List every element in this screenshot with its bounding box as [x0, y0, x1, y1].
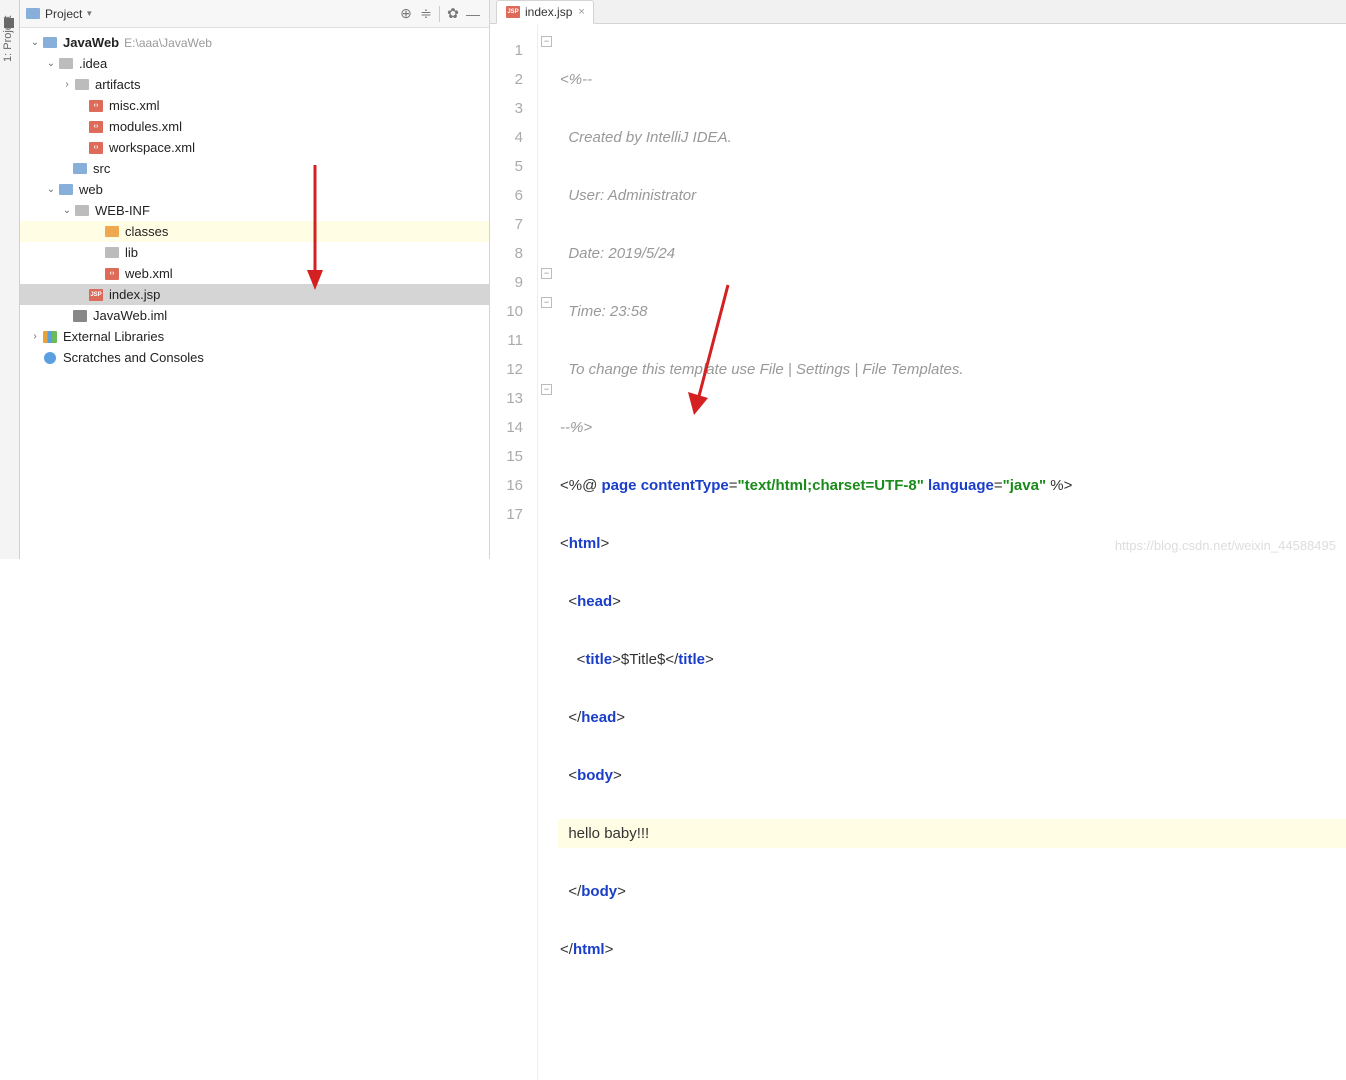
tree-node-artifacts[interactable]: › artifacts [20, 74, 489, 95]
xml-icon: ‹› [89, 121, 103, 133]
jsp-icon: JSP [506, 6, 520, 18]
xml-icon: ‹› [89, 100, 103, 112]
separator [439, 6, 440, 22]
expand-icon[interactable]: ≑ [416, 4, 436, 24]
xml-icon: ‹› [89, 142, 103, 154]
editor-tabs: JSP index.jsp × [490, 0, 1346, 24]
tree-node-webxml[interactable]: · ‹› web.xml [20, 263, 489, 284]
jsp-icon: JSP [89, 289, 103, 301]
tree-node-workspace[interactable]: · ‹› workspace.xml [20, 137, 489, 158]
node-label: External Libraries [63, 329, 164, 344]
node-path: E:\aaa\JavaWeb [124, 36, 212, 50]
node-label: web [79, 182, 103, 197]
node-label: workspace.xml [109, 140, 195, 155]
tree-node-lib[interactable]: · lib [20, 242, 489, 263]
node-label: misc.xml [109, 98, 160, 113]
node-label: modules.xml [109, 119, 182, 134]
module-icon [43, 37, 57, 48]
tree-node-src[interactable]: · src [20, 158, 489, 179]
node-label: web.xml [125, 266, 173, 281]
iml-icon [73, 310, 87, 322]
gear-icon[interactable]: ✿ [443, 4, 463, 24]
fold-icon[interactable]: − [541, 297, 552, 308]
chevron-right-icon[interactable]: › [60, 79, 74, 90]
chevron-down-icon[interactable]: ⌄ [60, 205, 74, 216]
tab-label: index.jsp [525, 5, 572, 19]
web-folder-icon [59, 184, 73, 195]
line-gutter: 123 456 789 101112 131415 1617 [490, 24, 538, 1080]
library-icon [43, 331, 57, 343]
chevron-down-icon[interactable]: ⌄ [28, 37, 42, 48]
tree-node-root[interactable]: ⌄ JavaWeb E:\aaa\JavaWeb [20, 32, 489, 53]
project-panel-header: Project ▼ ⊕ ≑ ✿ — [20, 0, 489, 28]
folder-icon [105, 247, 119, 258]
node-label: lib [125, 245, 138, 260]
fold-icon[interactable]: − [541, 36, 552, 47]
panel-title: Project [45, 7, 82, 21]
sidebar-label: 1: Project [2, 16, 14, 62]
node-label: artifacts [95, 77, 141, 92]
tree-node-webinf[interactable]: ⌄ WEB-INF [20, 200, 489, 221]
locate-icon[interactable]: ⊕ [396, 4, 416, 24]
scratch-icon [44, 352, 56, 364]
project-panel: Project ▼ ⊕ ≑ ✿ — ⌄ JavaWeb E:\aaa\JavaW… [20, 0, 490, 559]
tree-node-idea[interactable]: ⌄ .idea [20, 53, 489, 74]
tree-node-classes[interactable]: · classes [20, 221, 489, 242]
folder-icon [26, 8, 40, 19]
node-label: JavaWeb.iml [93, 308, 167, 323]
fold-icon[interactable]: − [541, 384, 552, 395]
close-icon[interactable]: × [578, 6, 584, 18]
node-label: index.jsp [109, 287, 160, 302]
dropdown-icon[interactable]: ▼ [85, 9, 93, 18]
tree-node-iml[interactable]: · JavaWeb.iml [20, 305, 489, 326]
folder-icon [59, 58, 73, 69]
node-label: Scratches and Consoles [63, 350, 204, 365]
xml-icon: ‹› [105, 268, 119, 280]
folder-icon [75, 79, 89, 90]
hide-icon[interactable]: — [463, 4, 483, 24]
editor-area: JSP index.jsp × 123 456 789 101112 13141… [490, 0, 1346, 559]
node-label: WEB-INF [95, 203, 150, 218]
tree-node-modules[interactable]: · ‹› modules.xml [20, 116, 489, 137]
folder-icon [75, 205, 89, 216]
sidebar-tool-strip[interactable]: 1: Project [0, 0, 20, 559]
chevron-down-icon[interactable]: ⌄ [44, 58, 58, 69]
project-tree: ⌄ JavaWeb E:\aaa\JavaWeb ⌄ .idea › artif… [20, 28, 489, 559]
fold-icon[interactable]: − [541, 268, 552, 279]
tab-index-jsp[interactable]: JSP index.jsp × [496, 0, 594, 24]
tree-node-external-libs[interactable]: › External Libraries [20, 326, 489, 347]
source-folder-icon [73, 163, 87, 174]
node-label: classes [125, 224, 168, 239]
chevron-right-icon[interactable]: › [28, 331, 42, 342]
tree-node-index[interactable]: · JSP index.jsp [20, 284, 489, 305]
tree-node-web[interactable]: ⌄ web [20, 179, 489, 200]
fold-column: − − − − [538, 24, 558, 1080]
node-label: JavaWeb [63, 35, 119, 50]
node-label: .idea [79, 56, 107, 71]
tree-node-misc[interactable]: · ‹› misc.xml [20, 95, 489, 116]
watermark: https://blog.csdn.net/weixin_44588495 [1115, 538, 1336, 553]
chevron-down-icon[interactable]: ⌄ [44, 184, 58, 195]
tree-node-scratches[interactable]: · Scratches and Consoles [20, 347, 489, 368]
node-label: src [93, 161, 110, 176]
folder-icon [105, 226, 119, 237]
